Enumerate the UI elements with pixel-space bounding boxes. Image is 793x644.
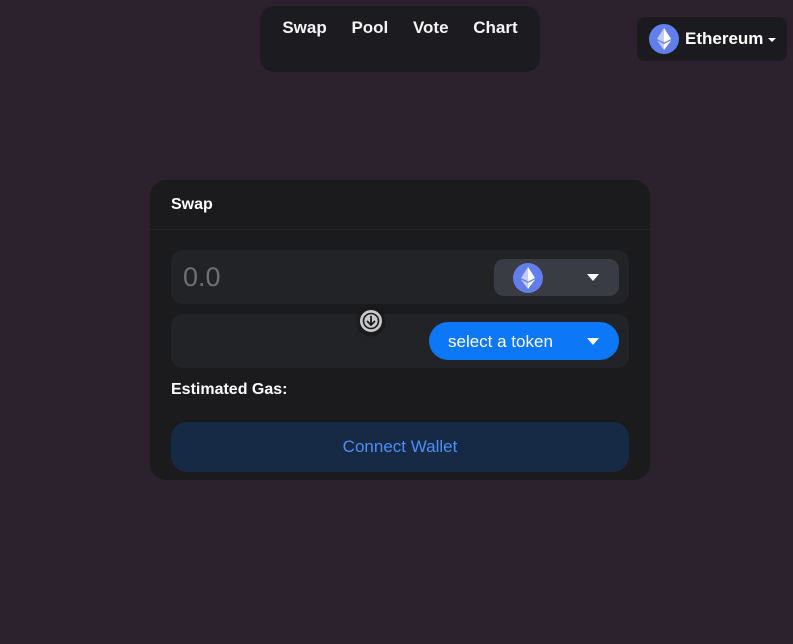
top-navigation: Swap Pool Vote Chart [260,6,540,72]
nav-swap[interactable]: Swap [276,18,332,38]
swap-card-title: Swap [150,180,650,230]
ethereum-icon [513,263,543,293]
chevron-down-icon [587,338,599,345]
select-token-button[interactable]: select a token [429,322,619,360]
estimated-gas-label: Estimated Gas: [171,381,288,398]
nav-vote[interactable]: Vote [407,18,455,38]
arrow-down-icon [362,312,380,330]
network-label: Ethereum [685,29,764,48]
input-token-select[interactable] [494,259,619,296]
chevron-down-icon [587,274,599,281]
nav-pool[interactable]: Pool [345,18,394,38]
network-selector[interactable]: Ethereum [637,17,787,61]
output-token-row: select a token [171,314,629,368]
input-token-row [171,250,629,304]
select-token-label: select a token [448,332,553,351]
nav-chart[interactable]: Chart [467,18,523,38]
connect-wallet-button[interactable]: Connect Wallet [171,422,629,472]
switch-tokens-button[interactable] [358,308,384,334]
swap-card: Swap select a token Estimated Gas: Conne… [150,180,650,480]
amount-input[interactable] [183,258,483,296]
chevron-down-icon [768,38,777,42]
ethereum-icon [649,24,679,54]
